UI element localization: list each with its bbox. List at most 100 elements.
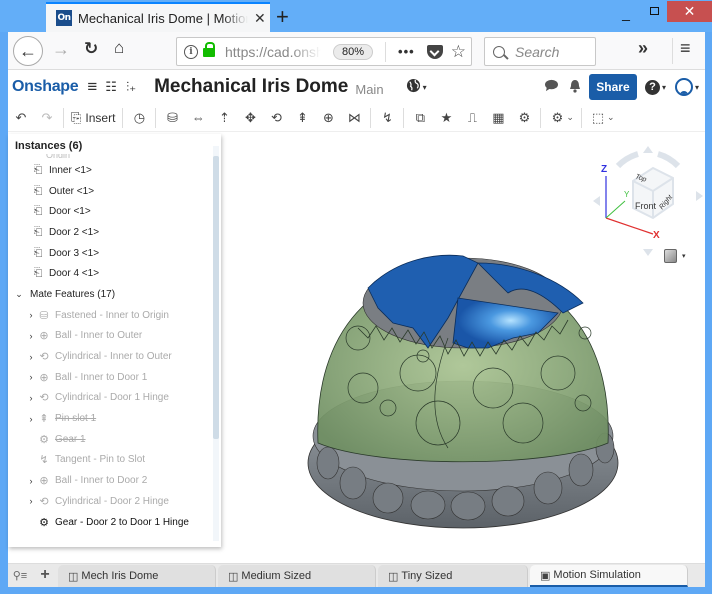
mate-item[interactable]: › ⊕ Ball - Inner to Outer — [8, 326, 213, 347]
chevron-right-icon[interactable]: › — [26, 372, 36, 382]
mate-item[interactable]: ⚙ Gear 1 — [8, 429, 213, 450]
feature-list-icon[interactable]: ☷ — [105, 79, 117, 95]
revolute-mate-icon[interactable]: ⇔ — [185, 110, 211, 125]
part-icon: ⎗ — [33, 267, 43, 280]
pocket-icon[interactable] — [426, 44, 443, 59]
hamburger-menu-icon[interactable]: ≡ — [87, 77, 97, 97]
tab-mech-iris-dome[interactable]: ◫ Mech Iris Dome — [58, 565, 216, 587]
gear-relation-icon[interactable]: ⚙ — [511, 110, 537, 126]
browser-tab[interactable]: On Mechanical Iris Dome | Motion Simulat… — [46, 2, 270, 32]
view-cube[interactable]: Top Front Right Z Y X — [593, 146, 703, 256]
insert-label: Insert — [85, 110, 116, 125]
view-options-dropdown[interactable]: ▾ — [664, 249, 686, 263]
url-bar[interactable]: i https://cad.onshape.com 80% ••• ☆ — [176, 37, 472, 66]
caret-down-icon[interactable]: ▾ — [662, 83, 666, 92]
chevron-right-icon[interactable]: › — [26, 414, 36, 424]
maximize-button[interactable] — [640, 0, 668, 21]
caret-down-icon[interactable]: ▾ — [423, 83, 427, 92]
chevron-right-icon[interactable]: › — [26, 393, 36, 403]
instance-item[interactable]: ⎗ Door 4 <1> — [8, 263, 213, 284]
replicate-icon[interactable]: ⎍ — [459, 110, 485, 126]
instance-label: Door <1> — [49, 206, 91, 218]
tangent-mate-icon[interactable]: ↯ — [374, 110, 400, 126]
reload-button[interactable]: ↻ — [84, 39, 98, 59]
mate-label: Tangent - Pin to Slot — [55, 454, 146, 466]
cylindrical-mate-icon[interactable]: ⟲ — [263, 110, 289, 126]
instance-item[interactable]: ⎗ Door 2 <1> — [8, 222, 213, 243]
planar-mate-icon[interactable]: ✥ — [237, 110, 263, 126]
forward-button[interactable]: → — [52, 39, 70, 60]
zoom-level-badge[interactable]: 80% — [333, 43, 374, 60]
instance-item[interactable]: ⎗ Door <1> — [8, 201, 213, 222]
scrollbar-thumb[interactable] — [213, 156, 219, 439]
mate-item[interactable]: › ⛁ Fastened - Inner to Origin — [8, 305, 213, 326]
help-icon[interactable]: ? — [644, 79, 660, 95]
caret-down-icon[interactable]: ▾ — [695, 83, 699, 92]
chevron-right-icon[interactable]: › — [26, 496, 36, 506]
chevron-down-icon[interactable]: ⌄ — [607, 112, 615, 123]
branch-label[interactable]: Main — [355, 82, 383, 97]
mate-item[interactable]: ↯ Tangent - Pin to Slot — [8, 450, 213, 471]
mate-item[interactable]: › ⇞ Pin slot 1 — [8, 408, 213, 429]
home-button[interactable]: ⌂ — [114, 38, 124, 58]
new-tab-button[interactable]: + — [276, 4, 289, 30]
tab-medium-sized[interactable]: ◫ Medium Sized — [218, 565, 376, 587]
instance-item[interactable]: ⎗ Door 3 <1> — [8, 243, 213, 264]
tab-motion-simulation[interactable]: ▣ Motion Simulation — [530, 565, 688, 587]
mate-features-group[interactable]: ⌄ Mate Features (17) — [8, 284, 213, 305]
tab-filter-icon[interactable]: ⚲≡ — [8, 563, 32, 587]
back-button[interactable]: ← — [13, 36, 43, 66]
chevron-down-icon[interactable]: ⌄ — [566, 112, 574, 123]
slider-mate-icon[interactable]: ⇡ — [211, 110, 237, 126]
mate-item[interactable]: ⚙ Gear - Door 2 to Door 1 Hinge — [8, 512, 213, 533]
instance-list-icon[interactable]: ⫶₊ — [126, 79, 136, 95]
add-tab-button[interactable]: + — [32, 563, 58, 587]
redo-button[interactable]: ↷ — [34, 110, 60, 126]
chevron-down-icon[interactable]: ⌄ — [14, 289, 24, 300]
globe-icon[interactable] — [406, 78, 421, 97]
group-icon[interactable]: ⧉ — [407, 110, 433, 126]
comment-icon[interactable] — [544, 79, 559, 95]
notifications-bell-icon[interactable] — [569, 79, 581, 96]
bookmark-star-icon[interactable]: ☆ — [451, 42, 466, 62]
close-tab-icon[interactable]: ✕ — [254, 10, 266, 27]
chevron-right-icon[interactable]: › — [26, 476, 36, 486]
parallel-mate-icon[interactable]: ⋈ — [341, 110, 367, 126]
info-icon[interactable]: i — [184, 44, 198, 59]
chevron-right-icon[interactable]: › — [26, 310, 36, 320]
mate-connector-icon[interactable]: ★ — [433, 110, 459, 126]
instance-item[interactable]: ⎗ Outer <1> — [8, 181, 213, 202]
insert-button[interactable]: ⎘ Insert — [67, 110, 119, 126]
mate-item[interactable]: › ⊕ Ball - Inner to Door 2 — [8, 470, 213, 491]
iris-dome-model[interactable] — [298, 208, 628, 548]
browser-menu-icon[interactable]: ≡ — [680, 38, 691, 59]
url-text[interactable]: https://cad.onshape.com — [225, 44, 321, 60]
animate-icon[interactable]: ◷ — [126, 110, 152, 126]
instance-item[interactable]: ⎗ Inner <1> — [8, 160, 213, 181]
page-actions-icon[interactable]: ••• — [398, 44, 415, 59]
onshape-logo[interactable]: Onshape — [12, 78, 79, 96]
origin-item-fragment[interactable]: Origin — [46, 154, 70, 158]
mate-item[interactable]: › ⟲ Cylindrical - Door 1 Hinge — [8, 388, 213, 409]
fastened-mate-icon[interactable]: ⛁ — [159, 110, 185, 126]
chevron-right-icon[interactable]: › — [26, 352, 36, 362]
part-studio-icon: ◫ — [228, 570, 239, 583]
undo-button[interactable]: ↶ — [8, 110, 34, 126]
tab-tiny-sized[interactable]: ◫ Tiny Sized — [378, 565, 528, 587]
window-close-button[interactable]: ✕ — [667, 1, 712, 22]
share-button[interactable]: Share — [588, 74, 637, 100]
pin-slot-mate-icon[interactable]: ⇞ — [289, 110, 315, 126]
linear-pattern-icon[interactable]: ▦ — [485, 110, 511, 126]
minimize-button[interactable]: _ — [612, 2, 640, 23]
mate-item[interactable]: › ⟲ Cylindrical - Door 2 Hinge — [8, 491, 213, 512]
mate-item[interactable]: › ⟲ Cylindrical - Inner to Outer — [8, 346, 213, 367]
view-cube-front-face[interactable]: Front — [635, 201, 656, 211]
user-avatar[interactable] — [674, 78, 693, 96]
mate-item[interactable]: › ⊕ Ball - Inner to Door 1 — [8, 367, 213, 388]
search-input[interactable]: Search — [484, 37, 596, 66]
document-title[interactable]: Mechanical Iris Dome — [154, 76, 348, 98]
overflow-icon[interactable]: » — [638, 38, 648, 59]
chevron-right-icon[interactable]: › — [26, 331, 36, 341]
gear-relation-icon: ⚙ — [39, 516, 49, 529]
ball-mate-icon[interactable]: ⊕ — [315, 110, 341, 126]
